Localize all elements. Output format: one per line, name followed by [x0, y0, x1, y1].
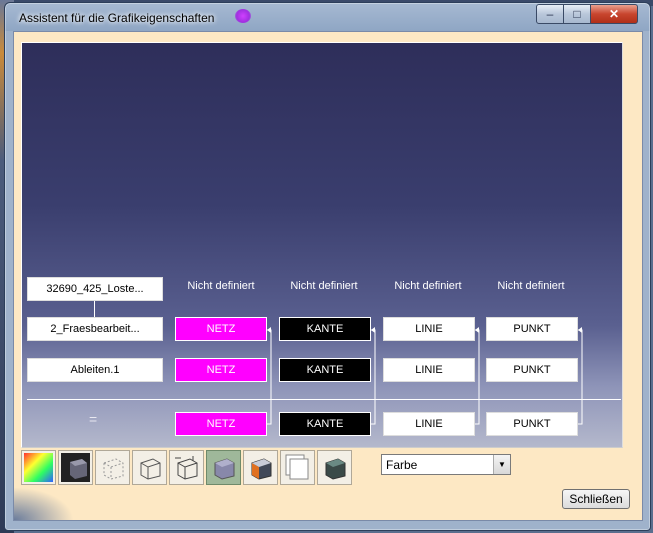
- minimize-button[interactable]: –: [536, 4, 564, 24]
- inheritance-connectors: [267, 327, 583, 425]
- chevron-down-icon[interactable]: ▼: [493, 455, 510, 474]
- property-dropdown[interactable]: Farbe ▼: [381, 454, 511, 475]
- desktop-shade: [14, 487, 74, 520]
- property-dropdown-value: Farbe: [386, 458, 418, 472]
- dialog-client-area: 32690_425_Loste... 2_Fraesbearbeit... Ab…: [13, 31, 643, 521]
- wireframe-cube-icon[interactable]: [132, 450, 167, 485]
- color-wheel-icon[interactable]: [21, 450, 56, 485]
- dark-cube-icon[interactable]: [317, 450, 352, 485]
- properties-viewer: 32690_425_Loste... 2_Fraesbearbeit... Ab…: [21, 42, 623, 448]
- orange-cube-icon[interactable]: [243, 450, 278, 485]
- properties-wizard-window: Assistent für die Grafikeigenschaften – …: [4, 2, 651, 531]
- close-button[interactable]: Schließen: [562, 489, 630, 509]
- window-title: Assistent für die Grafikeigenschaften: [19, 11, 215, 25]
- solid-cube-icon[interactable]: [206, 450, 241, 485]
- layers-icon[interactable]: [280, 450, 315, 485]
- shaded-cube-icon[interactable]: [58, 450, 93, 485]
- maximize-button[interactable]: □: [563, 4, 591, 24]
- dotted-cube-icon[interactable]: [95, 450, 130, 485]
- desktop-glow: [235, 9, 251, 23]
- close-window-button[interactable]: ✕: [590, 4, 638, 24]
- points-cube-icon[interactable]: [169, 450, 204, 485]
